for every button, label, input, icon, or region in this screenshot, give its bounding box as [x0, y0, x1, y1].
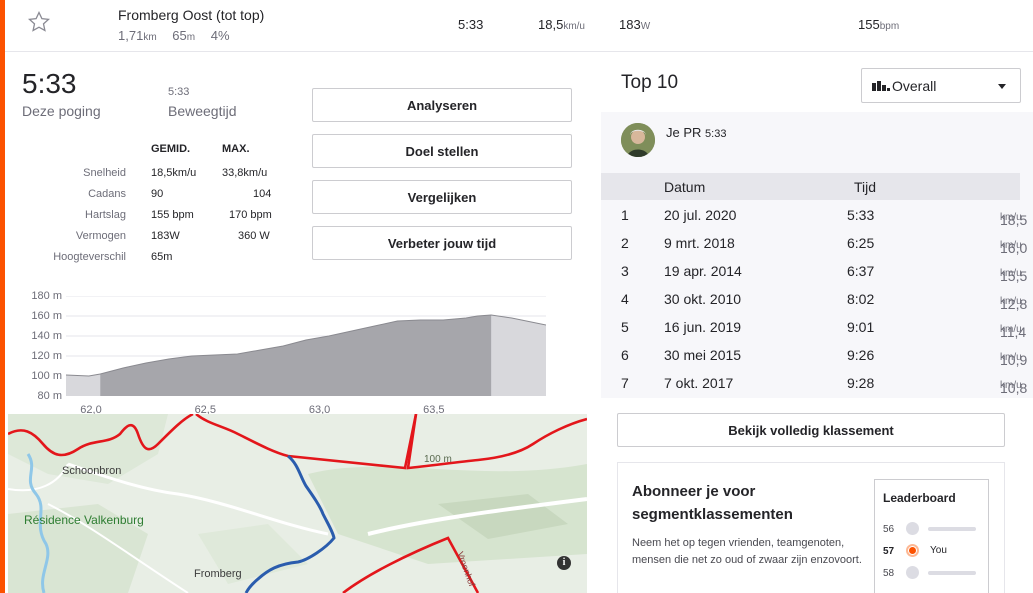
segment-time: 5:33 [458, 17, 484, 32]
table-row[interactable]: 6 30 mei 2015 9:26 10,9 km/u [601, 342, 1027, 370]
segment-name[interactable]: Fromberg Oost (tot top) [118, 7, 264, 23]
avatar-image [621, 123, 655, 157]
y-tick-label: 180 m [31, 290, 62, 302]
promo-title: Abonneer je voor segmentklassementen [632, 483, 793, 523]
time-header: Tijd [854, 179, 877, 195]
elevation-plot [66, 296, 546, 396]
top10-title: Top 10 [621, 72, 679, 93]
stat-row: Vermogen 183W 360 W [75, 230, 270, 242]
chevron-down-icon [998, 84, 1006, 89]
col-max-header: MAX. [222, 143, 250, 155]
map-label: Schoonbron [62, 465, 122, 477]
view-full-leaderboard-button[interactable]: Bekijk volledig klassement [617, 413, 1005, 447]
table-header: Datum Tijd [601, 173, 1020, 200]
star-icon[interactable] [27, 10, 51, 34]
map-label: Fromberg [194, 568, 242, 580]
effort-time: 5:33 [22, 68, 77, 99]
col-avg-header: GEMID. [151, 143, 191, 155]
map-canvas [8, 414, 587, 593]
avatar[interactable] [621, 123, 655, 157]
segment-row[interactable]: Fromberg Oost (tot top) 1,71km 65m 4% 5:… [5, 0, 1033, 52]
y-tick-label: 80 m [37, 390, 62, 402]
leaderboard-illustration-title: Leaderboard [883, 491, 956, 505]
table-row[interactable]: 77 okt. 2017 9:28 10,8 km/u [601, 370, 1027, 398]
moving-time: 5:33 [168, 86, 190, 98]
stat-row: Snelheid 18,5km/u 33,8km/u [83, 167, 268, 179]
y-tick-label: 120 m [31, 350, 62, 362]
dropdown-value: Overall [892, 78, 937, 94]
stat-row: Cadans 90 104 [88, 188, 272, 200]
segment-meta: 1,71km 65m 4% [118, 28, 242, 43]
y-tick-label: 140 m [31, 330, 62, 342]
analyze-button[interactable]: Analyseren [312, 88, 572, 122]
table-row[interactable]: 1 20 jul. 2020 5:33 18,5 km/u [601, 202, 1027, 230]
improve-time-button[interactable]: Verbeter jouw tijd [312, 226, 572, 260]
stat-row: Hoogteverschil 65m [53, 251, 173, 263]
date-header: Datum [664, 179, 706, 195]
segment-elevation: 65m [172, 28, 196, 43]
personal-record: Je PR 5:33 [666, 125, 727, 140]
map-label: 100 m [424, 454, 452, 465]
set-goal-button[interactable]: Doel stellen [312, 134, 572, 168]
moving-time-label: Beweegtijd [168, 103, 237, 119]
active-segment-indicator [0, 0, 5, 593]
segment-power: 183W [619, 17, 651, 32]
y-tick-label: 100 m [31, 370, 62, 382]
leaderboard-filter-dropdown[interactable]: Overall [861, 68, 1021, 103]
y-tick-label: 160 m [31, 310, 62, 322]
compare-button[interactable]: Vergelijken [312, 180, 572, 214]
table-row[interactable]: 29 mrt. 2018 6:25 16,0 km/u [601, 230, 1027, 258]
table-row[interactable]: 4 30 okt. 2010 8:02 12,8 km/u [601, 286, 1027, 314]
effort-time-label: Deze poging [22, 103, 101, 119]
segment-grade: 4% [210, 28, 230, 43]
segment-map[interactable]: Schoonbron Résidence Valkenburg Fromberg… [8, 414, 587, 593]
promo-text: Neem het op tegen vrienden, teamgenoten,… [632, 537, 862, 566]
stat-row: Hartslag 155 bpm 170 bpm [85, 209, 272, 221]
bar-chart-icon [872, 81, 890, 91]
info-icon[interactable]: i [557, 556, 571, 570]
table-row[interactable]: 5 16 jun. 2019 9:01 11,4 km/u [601, 314, 1026, 342]
segment-distance: 1,71km [118, 28, 157, 43]
map-label: Résidence Valkenburg [24, 513, 144, 527]
segment-heartrate: 155bpm [858, 17, 900, 32]
table-row[interactable]: 3 19 apr. 2014 6:37 15,5 km/u [601, 258, 1027, 286]
segment-speed: 18,5km/u [538, 17, 585, 32]
